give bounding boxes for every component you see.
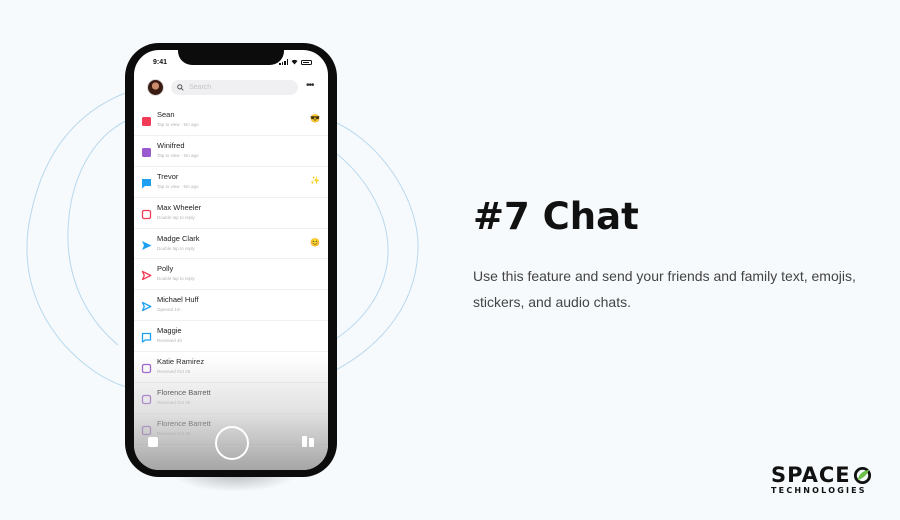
logo-subtext: TECHNOLOGIES — [771, 486, 867, 495]
filled-square-icon — [141, 145, 152, 157]
chat-name: Winifred — [157, 140, 185, 150]
outline-arrow-icon — [141, 268, 152, 281]
phone-notch — [178, 43, 284, 65]
chat-name: Michael Huff — [157, 295, 199, 305]
feature-headline: #7 Chat — [473, 195, 639, 238]
chat-name: Polly — [157, 264, 174, 274]
chat-row[interactable]: Maggie Received 4h — [134, 321, 328, 353]
chat-row[interactable]: Max Wheeler Double tap to reply — [134, 198, 328, 229]
chat-status: Double tap to reply — [157, 276, 195, 282]
outline-square-icon — [141, 207, 152, 219]
status-time: 9:41 — [153, 59, 168, 66]
chat-nav-icon[interactable] — [148, 437, 158, 447]
phone-screen: 9:41 Search ••• Sean Tap to view · 5m ago… — [134, 50, 328, 470]
battery-icon — [301, 59, 312, 65]
search-icon — [177, 84, 184, 91]
filled-square-icon — [141, 114, 152, 126]
chat-emoji: 😊 — [310, 237, 320, 247]
chat-status: Double tap to reply — [157, 214, 195, 220]
capture-button[interactable] — [215, 426, 249, 460]
chat-status: Opened 1m — [157, 307, 181, 313]
chat-row[interactable]: Madge Clark Double tap to reply 😊 — [134, 229, 328, 260]
more-options-icon[interactable]: ••• — [306, 81, 314, 91]
chat-status: Tap to view · 6m ago — [157, 183, 199, 189]
logo-wordmark: SPACE — [771, 463, 883, 487]
chat-row[interactable]: Sean Tap to view · 5m ago 😎 — [134, 105, 328, 136]
chat-status: Tap to view · 5m ago — [157, 122, 199, 127]
chat-row[interactable]: Trevor Tap to view · 6m ago ✨ — [134, 167, 328, 198]
chat-name: Trevor — [157, 171, 179, 181]
outline-chat-icon — [141, 330, 152, 343]
chat-row[interactable]: Winifred Tap to view · 5m ago — [134, 136, 328, 167]
filled-arrow-icon — [141, 238, 152, 250]
chat-row[interactable]: Michael Huff Opened 1m — [134, 290, 328, 322]
chat-status: Received 4h — [157, 338, 183, 344]
chat-name: Sean — [157, 110, 175, 119]
company-logo: SPACE TECHNOLOGIES — [771, 463, 883, 495]
chat-name: Madge Clark — [157, 233, 200, 243]
chat-emoji: ✨ — [310, 175, 320, 185]
logo-leaf-icon — [853, 466, 871, 484]
feature-description: Use this feature and send your friends a… — [473, 268, 856, 310]
chat-name: Maggie — [157, 326, 182, 336]
chat-emoji: 😎 — [310, 114, 320, 123]
avatar[interactable] — [147, 79, 164, 96]
filled-chat-icon — [141, 176, 152, 189]
chat-row[interactable]: Polly Double tap to reply — [134, 259, 328, 291]
outline-arrow-icon — [141, 299, 152, 312]
discover-nav-icon[interactable] — [302, 436, 314, 447]
wifi-icon — [291, 59, 298, 65]
status-icons — [279, 59, 312, 65]
chat-status: Double tap to reply — [157, 245, 195, 251]
chat-name: Max Wheeler — [157, 202, 202, 212]
logo-text: SPACE — [771, 463, 851, 487]
search-bar[interactable]: Search — [171, 80, 298, 95]
chat-status: Tap to view · 5m ago — [157, 152, 199, 158]
search-placeholder: Search — [189, 84, 212, 91]
